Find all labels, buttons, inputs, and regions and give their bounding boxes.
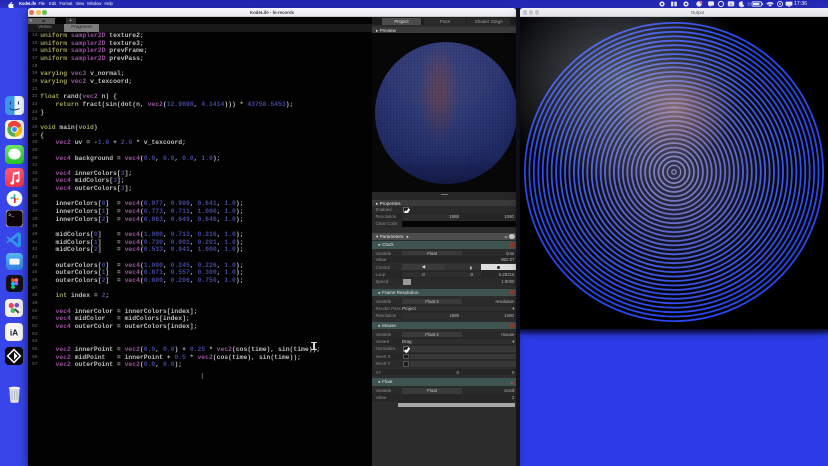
svg-text:iA: iA	[10, 328, 18, 338]
svg-text:>_: >_	[8, 212, 15, 218]
svg-text:A: A	[730, 2, 733, 7]
